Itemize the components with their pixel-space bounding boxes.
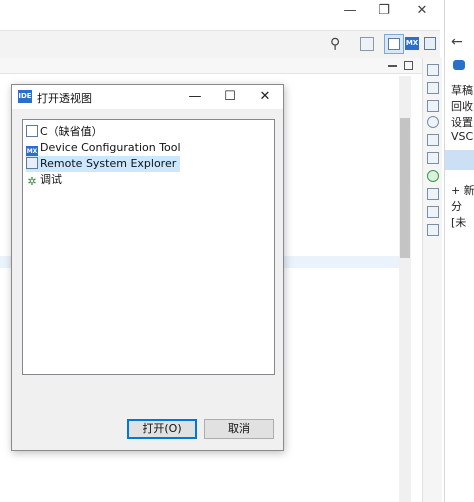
dialog-maximize-icon[interactable]: ☐: [217, 88, 243, 106]
main-toolbar: ⚲ MX: [0, 30, 440, 58]
disk-icon[interactable]: [427, 116, 439, 128]
right-panel-item[interactable]: 分: [451, 198, 462, 214]
side-toolbar: [422, 58, 442, 502]
view-strip: [0, 58, 440, 74]
c-perspective-toolbar-icon: [388, 38, 400, 50]
list-item[interactable]: MX Device Configuration Tool: [26, 140, 181, 158]
tasks-icon[interactable]: [427, 188, 439, 200]
registers-icon[interactable]: [427, 152, 439, 164]
restore-icon[interactable]: ❐: [372, 2, 396, 20]
memory-icon[interactable]: [427, 134, 439, 146]
list-item-label: Device Configuration Tool: [40, 141, 181, 154]
open-perspective-icon[interactable]: [360, 37, 374, 51]
maximize-view-icon[interactable]: [404, 61, 413, 70]
cancel-button[interactable]: 取消: [204, 419, 274, 439]
list-item[interactable]: C（缺省值）: [26, 124, 103, 140]
ide-icon: IDE: [18, 90, 32, 103]
ide-title-bar: — ❐ ✕: [0, 0, 440, 22]
mx-toolbar-icon[interactable]: MX: [405, 37, 419, 50]
list-item[interactable]: ✲ 调试: [26, 172, 62, 188]
remote-system-icon: [26, 157, 38, 169]
green-circle-icon[interactable]: [427, 170, 439, 182]
right-panel: ← 草稿 回收 设置 VSC + 新 分 [未: [444, 0, 474, 502]
dialog-title: 打开透视图: [37, 92, 92, 105]
view-icon[interactable]: [427, 64, 439, 76]
active-perspective-button[interactable]: [384, 34, 404, 54]
list-item-label: C（缺省值）: [40, 125, 103, 138]
dialog-close-icon[interactable]: ✕: [252, 88, 278, 106]
right-panel-item[interactable]: 设置: [451, 114, 473, 130]
right-panel-item[interactable]: [未: [451, 214, 466, 230]
minimize-view-icon[interactable]: [388, 65, 397, 67]
table-icon[interactable]: [427, 224, 439, 236]
back-arrow-icon[interactable]: ←: [451, 34, 463, 50]
right-panel-item[interactable]: + 新: [451, 182, 474, 198]
perspective-list[interactable]: C（缺省值） MX Device Configuration Tool Remot…: [22, 119, 275, 375]
remote-system-toolbar-icon[interactable]: [424, 37, 436, 50]
open-button[interactable]: 打开(O): [127, 419, 197, 439]
right-panel-item[interactable]: 草稿: [451, 82, 473, 98]
right-panel-selected-row: [445, 150, 474, 170]
list-item-selected[interactable]: Remote System Explorer: [26, 156, 181, 172]
right-panel-item[interactable]: VSC: [451, 130, 473, 143]
list-item-label: 调试: [40, 173, 62, 186]
binary-icon[interactable]: [427, 100, 439, 112]
minimize-icon[interactable]: —: [338, 2, 362, 20]
list-item-label: Remote System Explorer: [40, 157, 177, 170]
close-icon[interactable]: ✕: [410, 2, 434, 20]
search-icon[interactable]: ⚲: [330, 36, 346, 52]
outline-icon[interactable]: [427, 82, 439, 94]
baidu-icon: [453, 60, 465, 70]
open-perspective-dialog: IDE 打开透视图 — ☐ ✕ C（缺省值） MX Device Configur…: [11, 84, 284, 451]
scrollbar-thumb[interactable]: [400, 118, 410, 258]
c-perspective-icon: [26, 125, 38, 137]
right-panel-item[interactable]: 回收: [451, 98, 473, 114]
dialog-minimize-icon[interactable]: —: [182, 88, 208, 106]
dialog-title-bar: IDE 打开透视图 — ☐ ✕: [12, 85, 283, 109]
debug-icon: ✲: [27, 175, 37, 188]
console-icon[interactable]: [427, 206, 439, 218]
